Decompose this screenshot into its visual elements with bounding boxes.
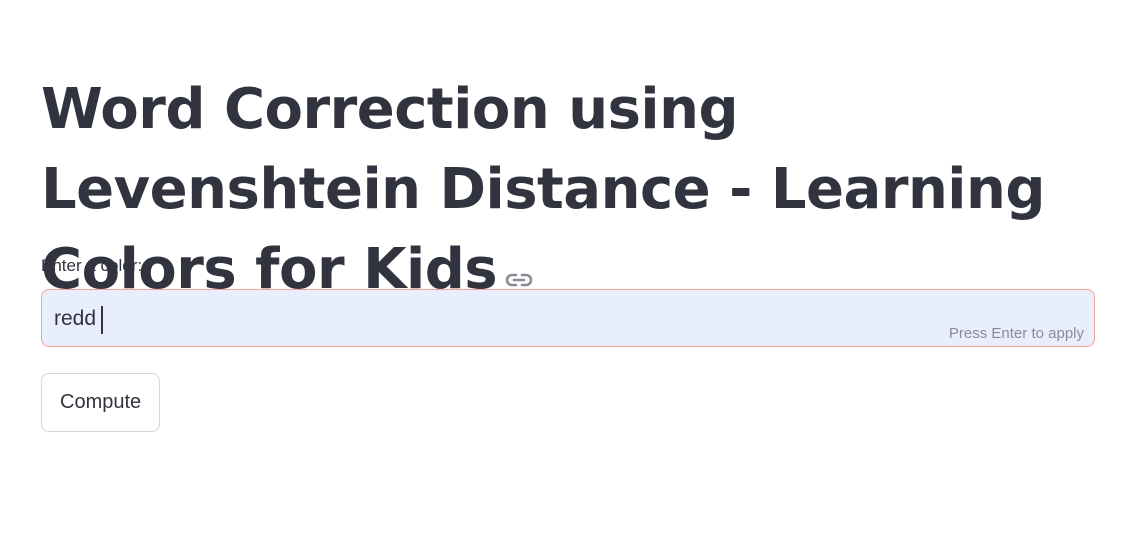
color-input-container[interactable]: Press Enter to apply: [41, 289, 1095, 347]
page-title: Word Correction using Levenshtein Distan…: [41, 77, 1045, 302]
press-enter-hint: Press Enter to apply: [948, 325, 1084, 342]
color-field-label: Enter a color:: [41, 256, 143, 275]
text-caret: [101, 306, 103, 334]
compute-button[interactable]: Compute: [41, 373, 161, 432]
link-icon[interactable]: [505, 270, 533, 290]
title-row: Word Correction using Levenshtein Distan…: [41, 70, 1101, 310]
color-input[interactable]: [54, 302, 914, 336]
